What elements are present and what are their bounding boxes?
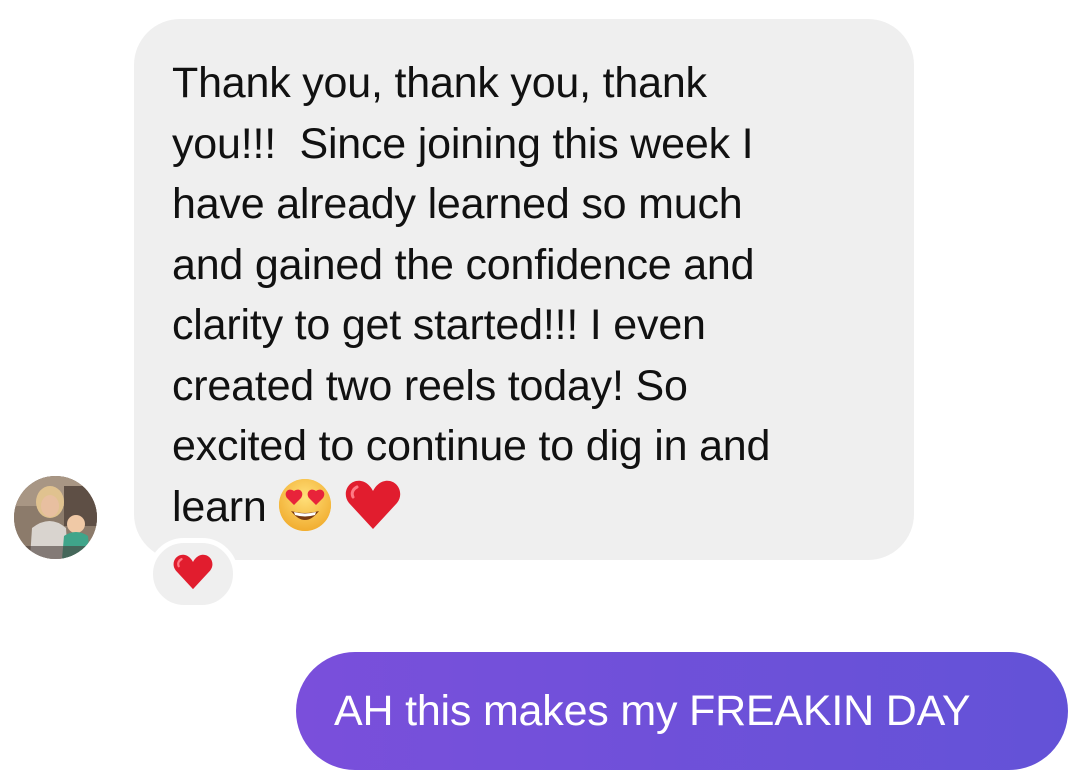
outgoing-message-text: AH this makes my FREAKIN DAY (334, 686, 971, 735)
message-line: Thank you, thank you, thank (172, 59, 707, 107)
message-line: have already learned so much (172, 180, 743, 228)
message-line: learn (172, 482, 267, 531)
message-thread: Thank you, thank you, thank you!!! Since… (0, 0, 1072, 781)
red-heart-emoji-icon (343, 477, 403, 550)
incoming-message-bubble[interactable]: Thank you, thank you, thank you!!! Since… (134, 19, 914, 560)
profile-photo (14, 476, 97, 559)
heart-eyes-emoji-icon (275, 477, 335, 550)
reaction-badge[interactable] (148, 538, 238, 610)
message-line: excited to continue to dig in and (172, 422, 771, 470)
message-line: created two reels today! So (172, 361, 688, 410)
message-line: and gained the confidence and (172, 240, 755, 289)
outgoing-message-bubble[interactable]: AH this makes my FREAKIN DAY (296, 652, 1068, 770)
message-line: you!!! Since joining this week I (172, 119, 754, 168)
message-line: clarity to get started!!! I even (172, 301, 706, 349)
incoming-message-text: Thank you, thank you, thank you!!! Since… (172, 53, 884, 549)
red-heart-reaction-icon (171, 552, 215, 597)
sender-avatar[interactable] (14, 476, 97, 559)
